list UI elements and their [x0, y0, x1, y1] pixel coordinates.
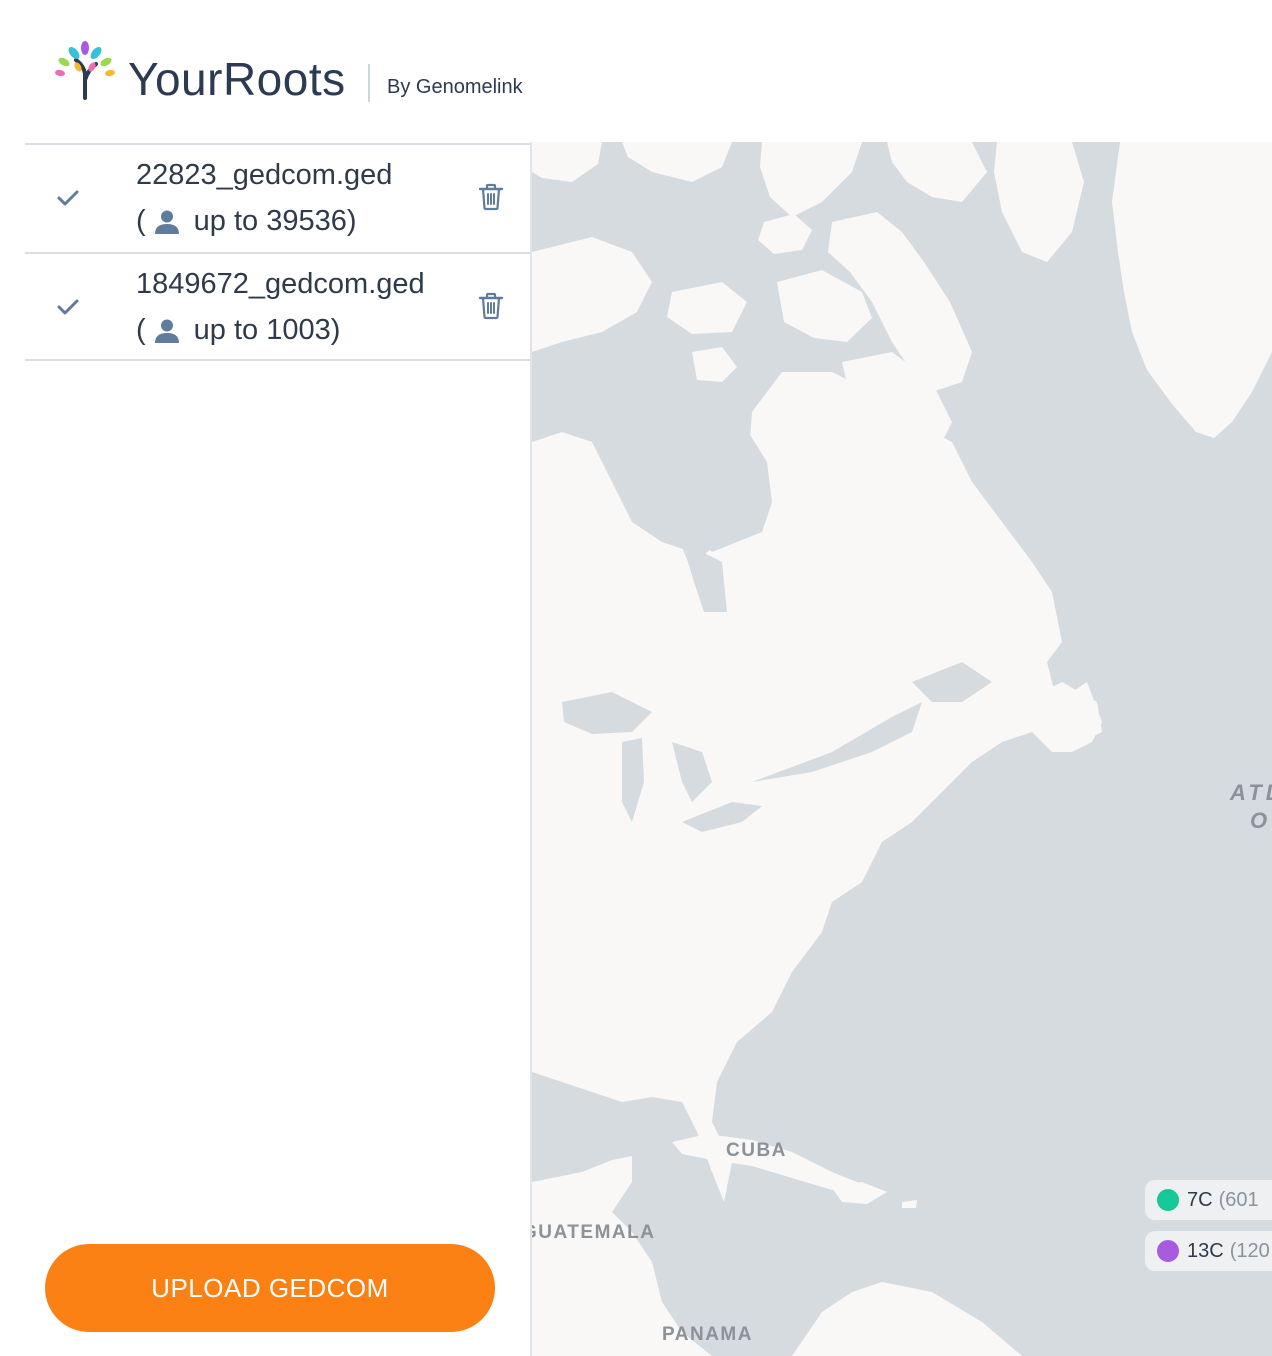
person-count-text: up to 39536)	[193, 205, 357, 237]
file-name: 1849672_gedcom.ged	[136, 268, 425, 300]
paren-open: (	[136, 314, 146, 346]
map-canvas[interactable]: CUBA GUATEMALA PANAMA ATLANTIC OCEAN	[532, 142, 1272, 1356]
gedcom-file-item[interactable]: 1849672_gedcom.ged ( up to 1003)	[25, 252, 530, 361]
legend-swatch	[1157, 1240, 1179, 1262]
brand-divider	[368, 64, 370, 102]
brand-title: YourRoots	[128, 53, 346, 105]
map-label-cuba: CUBA	[726, 1140, 787, 1161]
person-icon	[154, 319, 179, 343]
legend-item[interactable]: 7C (601	[1145, 1180, 1272, 1220]
file-person-count: ( up to 1003)	[136, 314, 340, 347]
map-label-ocean-line2: OCEAN	[1250, 808, 1272, 833]
person-icon	[154, 210, 179, 234]
file-person-count: ( up to 39536)	[136, 205, 357, 238]
check-icon[interactable]	[57, 298, 79, 316]
check-icon[interactable]	[57, 189, 79, 207]
map-land-shapes	[532, 142, 1272, 1356]
legend-code: 7C	[1187, 1188, 1213, 1211]
legend-count: (601	[1218, 1188, 1259, 1211]
gedcom-file-item[interactable]: 22823_gedcom.ged ( up to 39536)	[25, 143, 530, 252]
tree-logo-icon[interactable]	[54, 40, 116, 100]
upload-gedcom-button[interactable]: UPLOAD GEDCOM	[45, 1244, 495, 1332]
person-count-text: up to 1003)	[193, 314, 341, 346]
app-header: YourRoots By Genomelink	[0, 0, 1272, 142]
legend-item[interactable]: 13C (120	[1145, 1231, 1272, 1271]
gedcom-file-list: 22823_gedcom.ged ( up to 39536) 1849672_…	[25, 143, 530, 361]
trash-icon[interactable]	[478, 183, 504, 211]
paren-open: (	[136, 205, 146, 237]
trash-icon[interactable]	[478, 292, 504, 320]
map-label-guatemala: GUATEMALA	[532, 1222, 656, 1243]
brand-byline: By Genomelink	[387, 76, 523, 98]
legend-swatch	[1157, 1189, 1179, 1211]
file-name: 22823_gedcom.ged	[136, 159, 393, 191]
map-label-ocean-line1: ATLANTIC	[1230, 780, 1272, 805]
legend-code: 13C	[1187, 1239, 1224, 1262]
map-label-panama: PANAMA	[662, 1324, 753, 1345]
legend-count: (120	[1229, 1239, 1270, 1262]
